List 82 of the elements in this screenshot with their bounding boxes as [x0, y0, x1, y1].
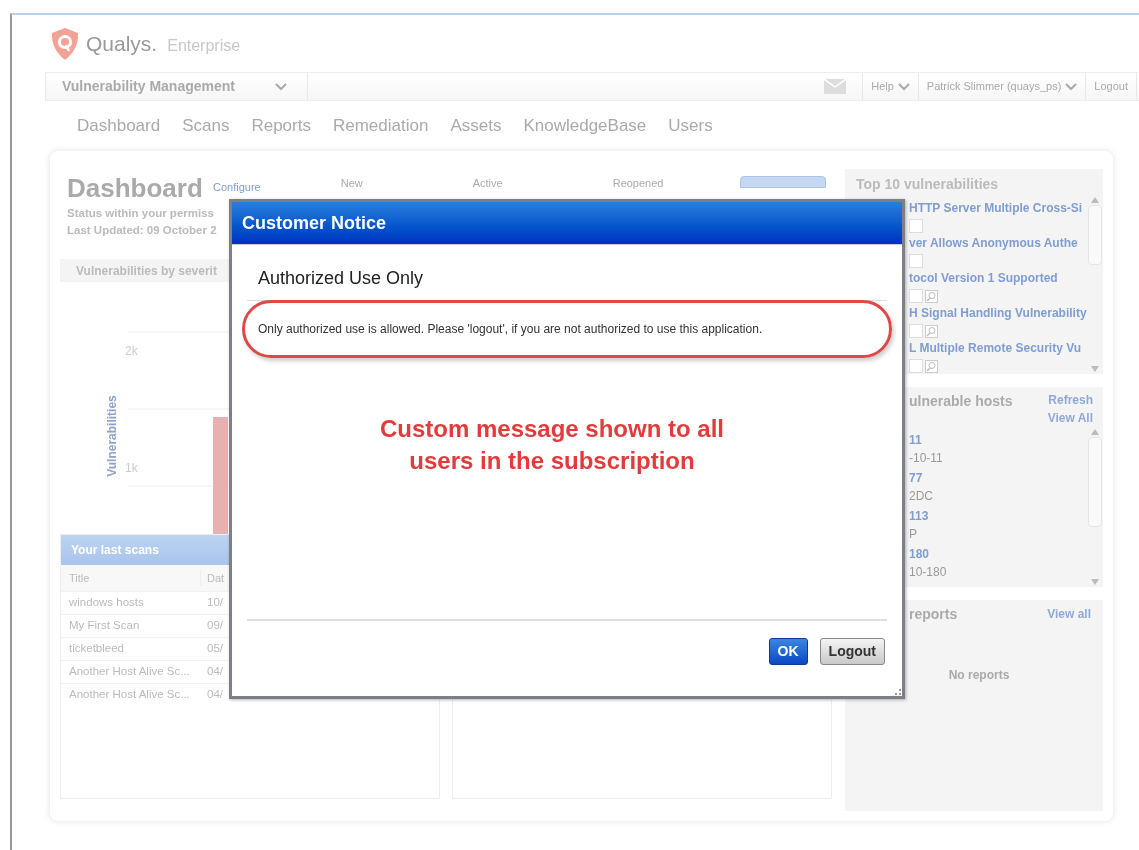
- column-header: Title: [61, 569, 201, 587]
- help-menu[interactable]: Help: [862, 73, 918, 100]
- column-label: New: [340, 177, 363, 190]
- severity-box: [909, 254, 923, 268]
- scrollbar[interactable]: [1087, 427, 1103, 587]
- vulnerability-link[interactable]: HTTP Server Multiple Cross-Si: [909, 199, 1087, 217]
- brand-name: Qualys.: [86, 30, 158, 57]
- host-name: P: [909, 526, 917, 543]
- host-link[interactable]: 77: [909, 469, 923, 487]
- magnifier-icon[interactable]: [925, 324, 938, 338]
- shield-logo-icon: [50, 26, 80, 61]
- host-link[interactable]: 180: [909, 545, 930, 563]
- dialog-title: Customer Notice: [242, 211, 387, 235]
- nav-tab[interactable]: Remediation: [332, 113, 429, 139]
- column-label: Active: [472, 177, 503, 190]
- nav-tab[interactable]: Users: [668, 113, 713, 139]
- axis-label: Vulnerabilities: [104, 394, 120, 479]
- refresh-link[interactable]: Refresh: [1048, 391, 1093, 409]
- scroll-down-icon[interactable]: [1091, 366, 1099, 372]
- logout-button[interactable]: Logout: [819, 638, 885, 665]
- scroll-down-icon[interactable]: [1091, 579, 1099, 585]
- module-dropdown[interactable]: Vulnerability Management: [45, 73, 308, 100]
- last-updated-text: Last Updated: 09 October 2: [67, 223, 218, 239]
- table-cell-text: 05/: [206, 641, 223, 657]
- empty-message: No reports: [947, 667, 1011, 684]
- scroll-up-icon[interactable]: [1091, 429, 1099, 435]
- nav-tab[interactable]: KnowledgeBase: [523, 113, 647, 139]
- nav-tab[interactable]: Dashboard: [77, 113, 161, 139]
- vulnerability-link[interactable]: H Signal Handling Vulnerability: [909, 304, 1087, 322]
- ok-button[interactable]: OK: [768, 638, 808, 665]
- nav-tab[interactable]: Reports: [251, 113, 311, 139]
- scroll-thumb[interactable]: [1088, 205, 1102, 265]
- chevron-down-icon: [1065, 82, 1078, 91]
- panel-title: Your last scans: [71, 542, 159, 559]
- host-link[interactable]: 11: [909, 431, 922, 449]
- nav-tab[interactable]: Assets: [450, 113, 502, 139]
- panel-title: Top 10 vulnerabilities: [855, 175, 1000, 194]
- status-text: Status within your permiss: [67, 206, 215, 221]
- logout-link[interactable]: Logout: [1085, 73, 1137, 100]
- scroll-thumb[interactable]: [1088, 437, 1102, 527]
- nav-tab[interactable]: Scans: [182, 113, 230, 139]
- table-cell-text: ticketbleed: [68, 641, 125, 657]
- user-menu[interactable]: Patrick Slimmer (quays_ps): [917, 73, 1086, 100]
- scrollbar[interactable]: [1087, 195, 1103, 374]
- mail-icon[interactable]: [824, 79, 847, 94]
- host-name: 2DC: [909, 488, 933, 505]
- host-link[interactable]: 113: [909, 507, 929, 525]
- panel-title: ulnerable hosts: [909, 392, 1014, 411]
- resize-grip-icon[interactable]: [895, 689, 901, 695]
- dashboard-title: Dashboard: [67, 175, 203, 201]
- table-cell-text: windows hosts: [68, 595, 145, 611]
- table-cell-text: 04/: [206, 687, 223, 703]
- table-cell-text: 04/: [206, 664, 223, 680]
- vulnerability-link[interactable]: ver Allows Anonymous Authe: [909, 234, 1087, 252]
- table-cell-text: Another Host Alive Sc...: [68, 687, 191, 703]
- severity-box: [909, 289, 923, 303]
- vulnerability-link[interactable]: tocol Version 1 Supported: [909, 269, 1087, 287]
- chevron-down-icon: [274, 82, 287, 91]
- notice-message: Only authorized use is allowed. Please 'logout', if you are not authorized to use this application.: [258, 321, 763, 338]
- magnifier-icon[interactable]: [925, 359, 938, 373]
- host-name: 10-180: [909, 564, 947, 581]
- table-cell-text: 09/: [206, 618, 223, 634]
- severity-box: [909, 324, 923, 338]
- view-all-link[interactable]: View All: [1047, 409, 1093, 427]
- table-cell-text: My First Scan: [68, 618, 141, 634]
- scroll-up-icon[interactable]: [1091, 197, 1099, 203]
- configure-link[interactable]: Configure: [213, 179, 261, 193]
- vulnerability-link[interactable]: L Multiple Remote Security Vu: [909, 339, 1087, 357]
- column-header: Dat: [206, 570, 225, 586]
- panel-title: reports: [909, 604, 959, 624]
- magnifier-icon[interactable]: [925, 289, 938, 303]
- chevron-down-icon: [897, 82, 910, 91]
- notice-heading: Authorized Use Only: [247, 245, 887, 301]
- column-label: Reopened: [612, 177, 664, 190]
- table-cell-text: 10/: [206, 595, 223, 611]
- host-name: -10-11: [909, 450, 943, 467]
- view-all-link[interactable]: View all: [1047, 605, 1091, 623]
- chart-title: Vulnerabilities by severit: [76, 262, 217, 280]
- table-cell-text: Another Host Alive Sc...: [68, 664, 191, 680]
- severity-box: [909, 219, 923, 233]
- header-button[interactable]: [740, 176, 826, 188]
- annotation-text: Custom message shown to all users in the subscription: [378, 414, 726, 476]
